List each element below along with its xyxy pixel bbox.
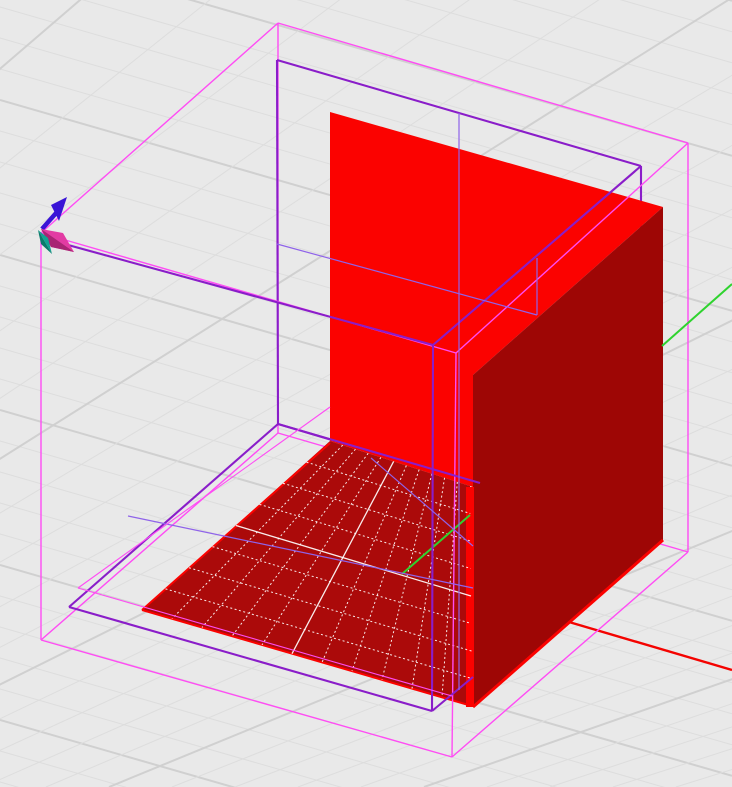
cad-3d-viewport[interactable] [0,0,732,787]
perspective-viewport-canvas[interactable] [0,0,732,787]
